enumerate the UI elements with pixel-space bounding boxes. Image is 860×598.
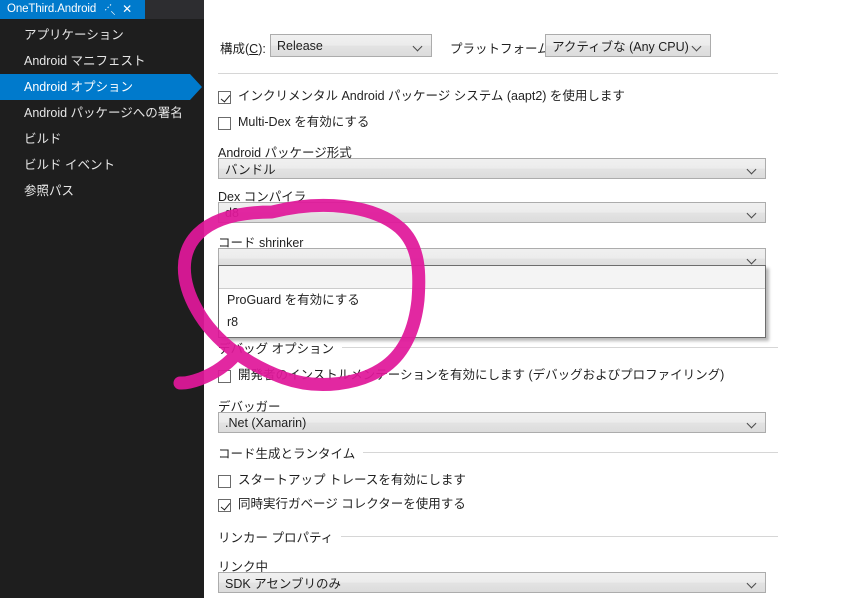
sidebar-item-android-options[interactable]: Android オプション [0, 74, 190, 100]
startup-trace-checkbox-label: スタートアップ トレースを有効にします [238, 473, 466, 488]
dex-compiler-combo[interactable]: d8 [218, 202, 766, 223]
configuration-label: 構成(C): [220, 38, 266, 57]
linking-combo[interactable]: SDK アセンブリのみ [218, 572, 766, 593]
chevron-down-icon [748, 256, 757, 262]
chevron-down-icon [748, 166, 757, 172]
group-rule [363, 452, 778, 453]
package-format-combo[interactable]: バンドル [218, 158, 766, 179]
configuration-combo[interactable]: Release [270, 34, 432, 57]
document-tab-strip: OneThird.Android ⋮⎯ ✕ [0, 0, 204, 19]
platform-value: アクティブな (Any CPU) [546, 36, 689, 55]
multidex-checkbox-label: Multi-Dex を有効にする [238, 115, 369, 130]
dropdown-option-r8[interactable]: r8 [219, 311, 765, 333]
document-tab-label: OneThird.Android [7, 0, 96, 19]
sidebar-item-reference-paths[interactable]: 参照パス [0, 178, 204, 204]
concurrent-gc-checkbox-row[interactable]: 同時実行ガベージ コレクターを使用する [218, 497, 466, 512]
close-icon[interactable]: ✕ [122, 0, 132, 19]
document-tab-onethird-android[interactable]: OneThird.Android ⋮⎯ ✕ [0, 0, 145, 19]
sidebar-item-android-package-signing[interactable]: Android パッケージへの署名 [0, 100, 204, 126]
chevron-down-icon [748, 580, 757, 586]
linker-properties-group-title: リンカー プロパティ [218, 527, 341, 546]
sidebar-item-build[interactable]: ビルド [0, 126, 204, 152]
chevron-down-icon [748, 420, 757, 426]
sidebar-item-label: ビルド イベント [24, 158, 115, 172]
properties-nav-list: アプリケーション Android マニフェスト Android オプション An… [0, 22, 204, 204]
chevron-down-icon [693, 43, 702, 49]
multidex-checkbox-row[interactable]: Multi-Dex を有効にする [218, 115, 369, 130]
configuration-value: Release [271, 39, 323, 53]
sidebar-item-android-manifest[interactable]: Android マニフェスト [0, 48, 204, 74]
platform-combo[interactable]: アクティブな (Any CPU) [545, 34, 711, 57]
codegen-runtime-group-title: コード生成とランタイム [218, 443, 363, 462]
dex-compiler-value: d8 [219, 206, 239, 220]
group-rule [341, 536, 778, 537]
checkbox-icon[interactable] [218, 475, 231, 488]
linking-value: SDK アセンブリのみ [219, 573, 341, 592]
debug-options-group-title: デバッグ オプション [218, 338, 342, 357]
checkbox-icon[interactable] [218, 370, 231, 383]
debug-options-group-header: デバッグ オプション [218, 340, 778, 354]
concurrent-gc-checkbox-label: 同時実行ガベージ コレクターを使用する [238, 497, 466, 512]
sidebar-item-label: 参照パス [24, 184, 74, 198]
sidebar-item-build-events[interactable]: ビルド イベント [0, 152, 204, 178]
instrumentation-checkbox-label: 開発者のインストルメンテーションを有効にします (デバッグおよびプロファイリング… [238, 368, 724, 383]
checkbox-icon[interactable] [218, 117, 231, 130]
code-shrinker-dropdown-list[interactable]: ProGuard を有効にする r8 [218, 265, 766, 338]
debugger-value: .Net (Xamarin) [219, 416, 306, 430]
checkbox-icon[interactable] [218, 499, 231, 512]
aapt2-checkbox-row[interactable]: インクリメンタル Android パッケージ システム (aapt2) を使用し… [218, 89, 625, 104]
chevron-down-icon [748, 210, 757, 216]
sidebar-item-label: Android オプション [24, 80, 133, 94]
aapt2-checkbox-label: インクリメンタル Android パッケージ システム (aapt2) を使用し… [238, 89, 625, 104]
linker-properties-group-header: リンカー プロパティ [218, 529, 778, 543]
codegen-runtime-group-header: コード生成とランタイム [218, 445, 778, 459]
startup-trace-checkbox-row[interactable]: スタートアップ トレースを有効にします [218, 473, 466, 488]
toolbar-separator [218, 73, 778, 74]
sidebar-item-label: Android マニフェスト [24, 54, 146, 68]
instrumentation-checkbox-row[interactable]: 開発者のインストルメンテーションを有効にします (デバッグおよびプロファイリング… [218, 368, 724, 383]
configuration-toolbar: 構成(C): Release プラットフォーム(M): アクティブな (Any … [204, 34, 860, 58]
dropdown-option-empty[interactable] [219, 266, 765, 289]
project-properties-sidebar: OneThird.Android ⋮⎯ ✕ アプリケーション Android マ… [0, 0, 204, 598]
package-format-value: バンドル [219, 159, 276, 178]
sidebar-item-label: アプリケーション [24, 28, 124, 42]
chevron-down-icon [414, 43, 423, 49]
sidebar-item-application[interactable]: アプリケーション [0, 22, 204, 48]
android-options-panel: 構成(C): Release プラットフォーム(M): アクティブな (Any … [204, 0, 860, 598]
checkbox-icon[interactable] [218, 91, 231, 104]
dropdown-option-proguard[interactable]: ProGuard を有効にする [219, 289, 765, 311]
group-rule [342, 347, 778, 348]
sidebar-item-label: Android パッケージへの署名 [24, 106, 183, 120]
sidebar-item-label: ビルド [24, 132, 62, 146]
debugger-combo[interactable]: .Net (Xamarin) [218, 412, 766, 433]
